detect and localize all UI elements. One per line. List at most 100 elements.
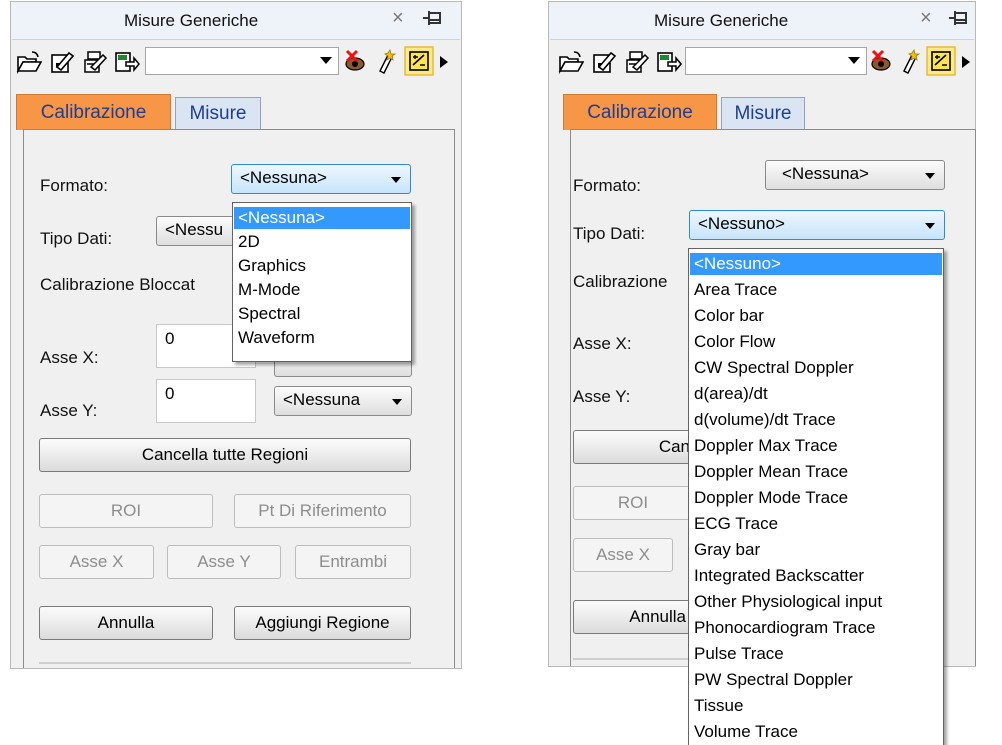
cancella-regioni-button[interactable]: Cancella tutte Regioni: [39, 438, 411, 472]
formato-dropdown-list: <Nessuna> 2D Graphics M-Mode Spectral Wa…: [232, 202, 412, 362]
tab-misure[interactable]: Misure: [721, 97, 805, 130]
entrambi-button[interactable]: Entrambi: [295, 545, 411, 579]
pin-icon[interactable]: [422, 9, 442, 27]
divider: [573, 658, 693, 660]
play-triangle-icon[interactable]: [438, 49, 450, 75]
cancella-regioni-label: Can: [658, 437, 690, 456]
tipo-option[interactable]: Gray bar: [690, 539, 942, 561]
edit-icon[interactable]: [591, 49, 617, 75]
asse-x-button[interactable]: Asse X: [39, 545, 154, 579]
panel-titlebar: Misure Generiche ×: [12, 3, 460, 40]
tipo-option[interactable]: Tissue: [690, 695, 942, 717]
tipo-dati-value: <Nessuno>: [698, 214, 785, 233]
tipo-dati-select[interactable]: <Nessuno>: [689, 210, 945, 240]
asse-y-unit-value: <Nessuna: [283, 390, 361, 409]
close-icon[interactable]: ×: [392, 7, 404, 30]
asse-x-button[interactable]: Asse X: [573, 538, 673, 572]
chevron-down-icon: [392, 399, 402, 405]
calibrate-icon[interactable]: [926, 46, 956, 76]
cancella-regioni-button[interactable]: Can: [573, 430, 693, 464]
formato-option[interactable]: Graphics: [234, 255, 410, 277]
left-panel: Misure Generiche × Calibrazione Misure F…: [10, 1, 462, 669]
panel-title: Misure Generiche: [124, 11, 259, 30]
batch-edit-icon[interactable]: [624, 49, 650, 75]
tipo-option[interactable]: Volume Trace: [690, 721, 942, 743]
tab-calibrazione[interactable]: Calibrazione: [16, 94, 171, 130]
tipo-option[interactable]: ECG Trace: [690, 513, 942, 535]
calibrazione-bloccata-label: Calibrazione Bloccat: [40, 275, 195, 294]
open-folder-icon[interactable]: [16, 49, 42, 75]
asse-y-input[interactable]: 0: [156, 379, 256, 423]
chevron-down-icon: [925, 223, 935, 229]
formato-option[interactable]: <Nessuna>: [234, 207, 410, 229]
aggiungi-regione-button[interactable]: Aggiungi Regione: [234, 606, 411, 640]
formato-value: <Nessuna>: [240, 168, 327, 187]
asse-y-label: Asse Y:: [573, 387, 631, 406]
asse-y-label: Asse Y:: [40, 401, 98, 420]
tipo-dati-dropdown-list: <Nessuno> Area Trace Color bar Color Flo…: [688, 248, 944, 745]
tipo-option[interactable]: Doppler Max Trace: [690, 435, 942, 457]
eye-error-icon[interactable]: [869, 49, 895, 75]
pt-riferimento-button[interactable]: Pt Di Riferimento: [234, 494, 411, 528]
formato-option[interactable]: M-Mode: [234, 279, 410, 301]
open-folder-icon[interactable]: [558, 49, 584, 75]
toolbar-combo[interactable]: [145, 47, 339, 75]
right-panel: Misure Generiche × Calibrazione Misure F…: [548, 1, 976, 745]
tipo-option[interactable]: Pulse Trace: [690, 643, 942, 665]
chevron-down-icon: [391, 177, 401, 183]
tipo-dati-label: Tipo Dati:: [573, 224, 646, 243]
eye-error-icon[interactable]: [343, 49, 369, 75]
magic-icon[interactable]: [898, 49, 924, 75]
tipo-dati-value: <Nessu: [165, 220, 224, 239]
tab-misure[interactable]: Misure: [175, 97, 261, 130]
tipo-dati-label: Tipo Dati:: [40, 229, 113, 248]
tipo-option[interactable]: Integrated Backscatter: [690, 565, 942, 587]
asse-y-unit-select[interactable]: <Nessuna: [274, 386, 412, 416]
tipo-option[interactable]: Area Trace: [690, 279, 942, 301]
tipo-option[interactable]: d(area)/dt: [690, 383, 942, 405]
formato-value: <Nessuna>: [782, 164, 869, 183]
formato-label: Formato:: [40, 176, 109, 195]
tipo-option[interactable]: Phonocardiogram Trace: [690, 617, 942, 639]
divider: [39, 662, 411, 664]
tipo-option[interactable]: Doppler Mean Trace: [690, 461, 942, 483]
pin-icon[interactable]: [948, 9, 968, 27]
formato-label: Formato:: [573, 176, 642, 195]
tipo-option[interactable]: Color Flow: [690, 331, 942, 353]
toolbar: [550, 40, 974, 84]
formato-option[interactable]: Waveform: [234, 327, 410, 349]
calibrate-icon[interactable]: [404, 46, 434, 76]
tipo-option[interactable]: CW Spectral Doppler: [690, 357, 942, 379]
edit-icon[interactable]: [49, 49, 75, 75]
toolbar-combo[interactable]: [685, 47, 867, 75]
annulla-button[interactable]: Annulla: [573, 600, 693, 634]
roi-button[interactable]: ROI: [573, 486, 693, 520]
chevron-down-icon: [848, 57, 860, 64]
tipo-option[interactable]: Color bar: [690, 305, 942, 327]
chevron-down-icon: [320, 57, 332, 64]
tipo-option[interactable]: Doppler Mode Trace: [690, 487, 942, 509]
tipo-option[interactable]: <Nessuno>: [690, 253, 942, 275]
tipo-option[interactable]: d(volume)/dt Trace: [690, 409, 942, 431]
tab-calibrazione[interactable]: Calibrazione: [563, 94, 717, 130]
roi-button[interactable]: ROI: [39, 494, 213, 528]
export-icon[interactable]: [114, 49, 140, 75]
annulla-button[interactable]: Annulla: [39, 606, 213, 640]
chevron-down-icon: [925, 173, 935, 179]
panel-title: Misure Generiche: [654, 11, 789, 30]
batch-edit-icon[interactable]: [82, 49, 108, 75]
asse-x-label: Asse X:: [40, 348, 99, 367]
annulla-label: Annulla: [629, 607, 686, 626]
formato-option[interactable]: Spectral: [234, 303, 410, 325]
formato-select[interactable]: <Nessuna>: [765, 160, 945, 190]
play-triangle-icon[interactable]: [960, 49, 972, 75]
formato-select[interactable]: <Nessuna>: [231, 164, 411, 194]
magic-icon[interactable]: [374, 49, 400, 75]
tipo-option[interactable]: PW Spectral Doppler: [690, 669, 942, 691]
toolbar: [12, 40, 460, 84]
formato-option[interactable]: 2D: [234, 231, 410, 253]
export-icon[interactable]: [656, 49, 682, 75]
tipo-option[interactable]: Other Physiological input: [690, 591, 942, 613]
asse-y-button[interactable]: Asse Y: [167, 545, 281, 579]
close-icon[interactable]: ×: [920, 7, 932, 30]
